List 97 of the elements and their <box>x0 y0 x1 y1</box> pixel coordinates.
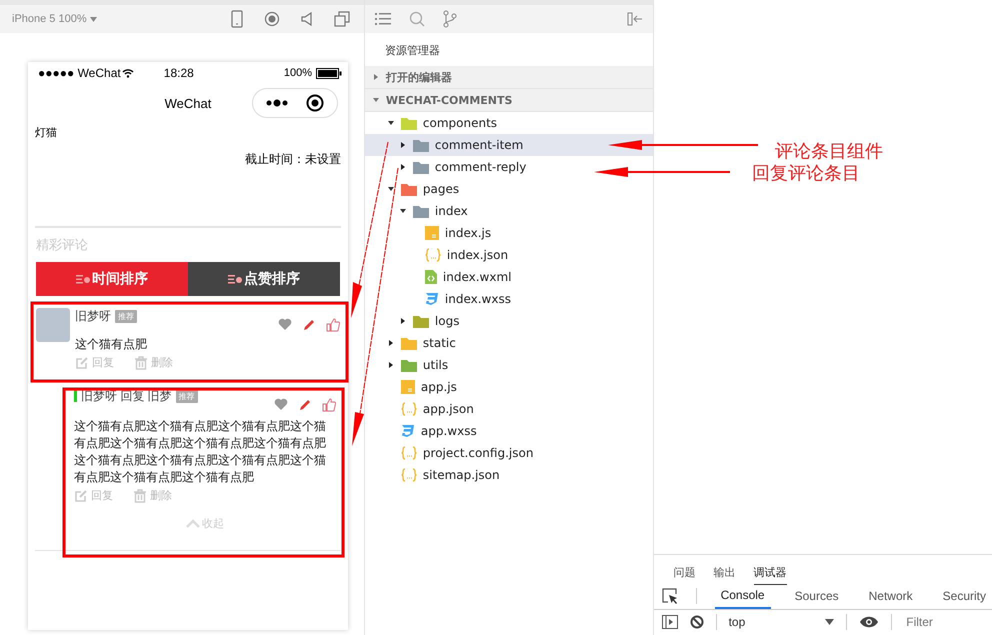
battery-percent: 100% <box>284 67 312 79</box>
wifi-icon <box>122 68 134 78</box>
carrier-label: ●●●●● WeChat <box>38 66 121 80</box>
tree-item[interactable]: sitemap.json <box>364 464 653 486</box>
thumbs-up-icon[interactable] <box>322 398 336 412</box>
clock-time: 18:28 <box>162 66 195 80</box>
accent-bar <box>74 388 77 402</box>
section-header[interactable]: WECHAT-COMMENTS <box>364 89 653 112</box>
tree-item[interactable]: app.wxss <box>364 420 653 442</box>
page-title: 灯猫 <box>34 126 58 141</box>
panel-tab[interactable]: 调试器 <box>754 565 787 585</box>
close-target-icon[interactable] <box>306 94 324 112</box>
caret-right-icon <box>386 361 395 369</box>
context-select[interactable]: top <box>728 615 834 629</box>
css-file-icon <box>424 292 439 306</box>
devtools-tab[interactable]: Console <box>714 583 771 609</box>
tree-item[interactable]: app.js <box>364 376 653 398</box>
trash-icon <box>133 488 147 502</box>
tree-item[interactable]: logs <box>364 310 653 332</box>
phone-icon[interactable] <box>230 10 244 28</box>
caret-right-icon <box>386 339 395 347</box>
section-header[interactable]: 打开的编辑器 <box>364 66 653 89</box>
inspect-icon[interactable] <box>662 588 678 604</box>
tree-item[interactable]: index.wxss <box>364 288 653 310</box>
code-file-icon <box>424 270 437 284</box>
clock-list-icon <box>76 274 90 284</box>
edit-icon <box>75 356 89 370</box>
trash-icon <box>134 356 148 370</box>
tree-item[interactable]: index.js <box>364 222 653 244</box>
tree-item[interactable]: project.config.json <box>364 442 653 464</box>
sort-tab[interactable]: 时间排序 <box>36 262 188 296</box>
braces-file-icon <box>424 248 441 262</box>
braces-file-icon <box>400 402 417 416</box>
tree-item[interactable]: comment-reply <box>364 156 653 178</box>
capsule-button[interactable] <box>252 88 338 118</box>
tree-item[interactable]: components <box>364 112 653 134</box>
tree-item[interactable]: comment-item <box>364 134 653 156</box>
avatar-photo <box>36 308 70 342</box>
panel-title: 资源管理器 <box>384 43 441 59</box>
caret-down-icon <box>386 119 395 127</box>
block-icon[interactable] <box>690 615 704 629</box>
tree-item[interactable]: pages <box>364 178 653 200</box>
tree-item[interactable]: index.json <box>364 244 653 266</box>
caret-right-icon <box>398 141 407 149</box>
pencil-icon[interactable] <box>298 398 312 412</box>
devtools-tab[interactable]: Sources <box>788 584 845 608</box>
tree-item[interactable]: index <box>364 200 653 222</box>
css-file-icon <box>400 424 415 438</box>
chevron-up-icon <box>186 519 200 528</box>
comment-text: 这个猫有点肥 <box>75 336 148 353</box>
list-icon[interactable] <box>374 12 391 26</box>
caret-right-icon <box>398 163 407 171</box>
annotation-label: 回复评论条目 <box>752 162 860 185</box>
windows-icon[interactable] <box>334 11 350 27</box>
braces-file-icon <box>400 446 417 460</box>
speaker-icon[interactable] <box>300 11 314 27</box>
heart-icon[interactable] <box>278 318 292 330</box>
dropdown-arrow-icon <box>825 619 834 625</box>
annotation-label: 评论条目组件 <box>775 140 883 163</box>
edit-icon <box>74 488 88 502</box>
nav-title: WeChat <box>164 96 212 110</box>
devtools-tab[interactable]: Security <box>936 584 992 608</box>
caret-right-icon <box>372 73 380 81</box>
more-icon[interactable] <box>266 99 288 107</box>
sidebar-toggle-icon[interactable] <box>662 615 678 629</box>
deadline-text: 截止时间：未设置 <box>244 151 342 168</box>
battery-icon <box>316 68 342 78</box>
tree-item[interactable]: utils <box>364 354 653 376</box>
panel-tab[interactable]: 输出 <box>714 565 736 584</box>
recommend-badge: 推荐 <box>115 310 137 323</box>
thumbs-up-icon[interactable] <box>326 318 340 332</box>
js-file-icon <box>424 226 439 240</box>
collapse-panel-icon[interactable] <box>626 12 643 26</box>
caret-down-icon <box>386 185 395 193</box>
eye-icon[interactable] <box>859 616 880 628</box>
caret-right-icon <box>398 317 407 325</box>
panel-tab[interactable]: 问题 <box>674 565 696 584</box>
caret-down-icon <box>90 16 97 22</box>
search-icon[interactable] <box>408 11 425 27</box>
devtools-tab[interactable]: Network <box>862 584 919 608</box>
tree-item[interactable]: static <box>364 332 653 354</box>
reply-text: 这个猫有点肥这个猫有点肥这个猫有点肥这个猫有点肥这个猫有点肥这个猫有点肥这个猫有点肥这个猫有点肥这个猫有点肥这个猫有点肥这个猫有点肥这个猫有点肥这个猫有点肥 <box>74 418 327 486</box>
recommend-badge: 推荐 <box>176 390 198 403</box>
list-icon <box>228 274 242 284</box>
reply-author-line: 旧梦呀 回复 旧梦 <box>81 388 172 405</box>
heart-icon[interactable] <box>274 398 288 410</box>
pencil-icon[interactable] <box>302 318 316 332</box>
braces-file-icon <box>400 468 417 482</box>
js-file-icon <box>400 380 415 394</box>
caret-down-icon <box>372 96 380 104</box>
record-icon[interactable] <box>264 11 280 27</box>
caret-down-icon <box>398 207 407 215</box>
branch-icon[interactable] <box>442 10 457 28</box>
author-name: 旧梦呀 <box>75 308 111 325</box>
sort-tab[interactable]: 点赞排序 <box>188 262 340 296</box>
tree-item[interactable]: app.json <box>364 398 653 420</box>
tree-item[interactable]: index.wxml <box>364 266 653 288</box>
